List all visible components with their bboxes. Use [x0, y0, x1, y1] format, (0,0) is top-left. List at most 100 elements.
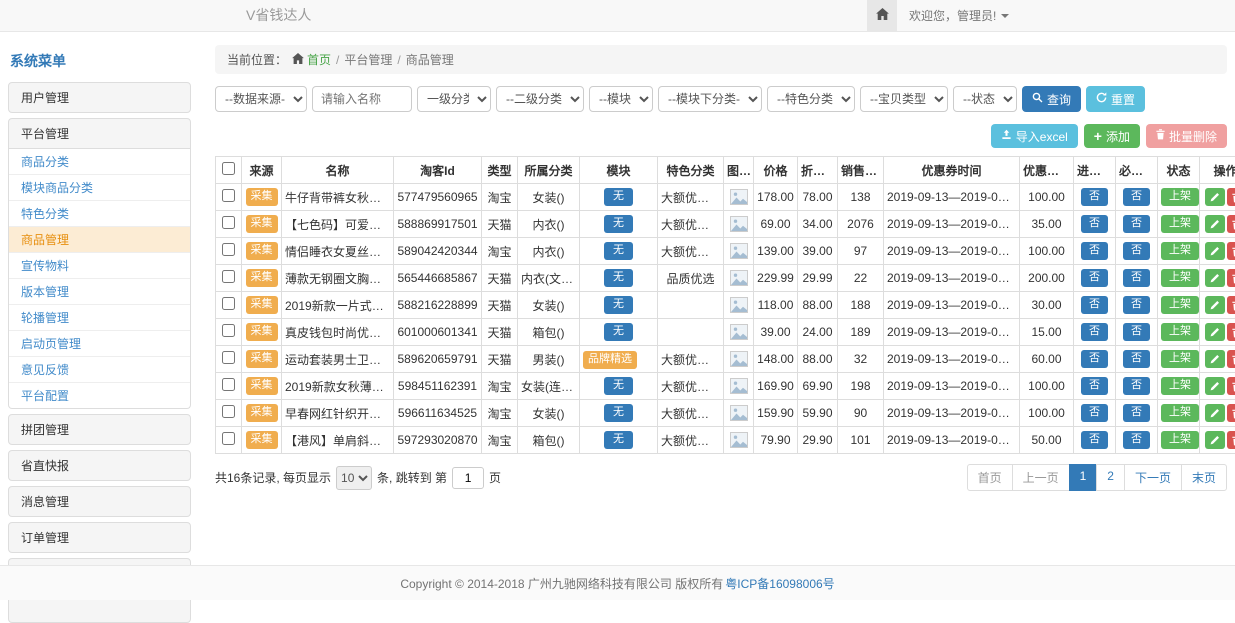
name-search-input[interactable]: [312, 86, 412, 112]
delete-button[interactable]: [1227, 269, 1235, 287]
status-toggle[interactable]: 上架: [1161, 431, 1199, 448]
sidebar-item[interactable]: 商品分类: [9, 149, 190, 175]
import-select-toggle[interactable]: 否: [1081, 404, 1108, 421]
delete-button[interactable]: [1227, 215, 1235, 233]
must-buy-toggle[interactable]: 否: [1123, 296, 1150, 313]
must-buy-toggle[interactable]: 否: [1123, 215, 1150, 232]
module-select[interactable]: --模块--: [589, 86, 653, 112]
delete-button[interactable]: [1227, 377, 1235, 395]
row-checkbox[interactable]: [222, 432, 235, 445]
status-toggle[interactable]: 上架: [1161, 188, 1199, 205]
must-buy-toggle[interactable]: 否: [1123, 404, 1150, 421]
sidebar-item[interactable]: 轮播管理: [9, 305, 190, 331]
row-checkbox[interactable]: [222, 189, 235, 202]
feature-category-select[interactable]: --特色分类--: [767, 86, 855, 112]
row-checkbox[interactable]: [222, 405, 235, 418]
sidebar-section-2[interactable]: 平台管理: [8, 118, 191, 149]
batch-delete-button[interactable]: 批量删除: [1146, 124, 1227, 148]
sidebar-item[interactable]: 模块商品分类: [9, 175, 190, 201]
import-select-toggle[interactable]: 否: [1081, 188, 1108, 205]
search-button[interactable]: 查询: [1022, 86, 1081, 112]
edit-button[interactable]: [1205, 269, 1225, 287]
module-sub-category-select[interactable]: --模块下分类--: [658, 86, 762, 112]
delete-button[interactable]: [1227, 323, 1235, 341]
row-checkbox[interactable]: [222, 297, 235, 310]
status-select[interactable]: --状态--: [953, 86, 1017, 112]
edit-button[interactable]: [1205, 404, 1225, 422]
data-source-select[interactable]: --数据来源--: [215, 86, 307, 112]
edit-button[interactable]: [1205, 377, 1225, 395]
sidebar-section-1[interactable]: 用户管理: [8, 82, 191, 113]
sidebar-section-4[interactable]: 省直快报: [8, 450, 191, 481]
import-select-toggle[interactable]: 否: [1081, 269, 1108, 286]
must-buy-toggle[interactable]: 否: [1123, 377, 1150, 394]
page-button[interactable]: 末页: [1181, 464, 1227, 491]
page-button[interactable]: 1: [1069, 464, 1098, 491]
edit-button[interactable]: [1205, 215, 1225, 233]
import-select-toggle[interactable]: 否: [1081, 215, 1108, 232]
sidebar-section-3[interactable]: 拼团管理: [8, 414, 191, 445]
edit-button[interactable]: [1205, 431, 1225, 449]
sidebar-item[interactable]: 意见反馈: [9, 357, 190, 383]
select-all-checkbox[interactable]: [222, 162, 235, 175]
status-toggle[interactable]: 上架: [1161, 404, 1199, 421]
must-buy-toggle[interactable]: 否: [1123, 350, 1150, 367]
sidebar-section-6[interactable]: 订单管理: [8, 522, 191, 553]
delete-button[interactable]: [1227, 431, 1235, 449]
edit-button[interactable]: [1205, 350, 1225, 368]
row-checkbox[interactable]: [222, 270, 235, 283]
sidebar-item[interactable]: 特色分类: [9, 201, 190, 227]
page-size-select[interactable]: 10: [336, 466, 372, 490]
delete-button[interactable]: [1227, 242, 1235, 260]
level1-category-select[interactable]: 一级分类: [417, 86, 491, 112]
row-checkbox[interactable]: [222, 378, 235, 391]
sidebar-section-5[interactable]: 消息管理: [8, 486, 191, 517]
must-buy-toggle[interactable]: 否: [1123, 242, 1150, 259]
must-buy-toggle[interactable]: 否: [1123, 188, 1150, 205]
row-checkbox[interactable]: [222, 243, 235, 256]
row-checkbox[interactable]: [222, 351, 235, 364]
sidebar-item[interactable]: 平台配置: [9, 383, 190, 408]
page-button[interactable]: 2: [1096, 464, 1125, 491]
jump-page-input[interactable]: [452, 467, 484, 489]
status-toggle[interactable]: 上架: [1161, 350, 1199, 367]
import-excel-button[interactable]: 导入excel: [991, 124, 1078, 148]
import-select-toggle[interactable]: 否: [1081, 377, 1108, 394]
import-select-toggle[interactable]: 否: [1081, 350, 1108, 367]
home-button[interactable]: [867, 0, 897, 31]
page-button[interactable]: 上一页: [1012, 464, 1070, 491]
icp-link[interactable]: 粤ICP备16098006号: [725, 575, 834, 592]
user-menu[interactable]: 欢迎您，管理员!: [897, 0, 1021, 31]
sidebar-item[interactable]: 版本管理: [9, 279, 190, 305]
import-select-toggle[interactable]: 否: [1081, 323, 1108, 340]
import-select-toggle[interactable]: 否: [1081, 296, 1108, 313]
page-button[interactable]: 首页: [967, 464, 1013, 491]
must-buy-toggle[interactable]: 否: [1123, 269, 1150, 286]
level2-category-select[interactable]: --二级分类--: [496, 86, 584, 112]
import-select-toggle[interactable]: 否: [1081, 431, 1108, 448]
sidebar-item[interactable]: 商品管理: [9, 227, 190, 253]
breadcrumb-home-link[interactable]: 首页: [292, 51, 331, 68]
row-checkbox[interactable]: [222, 216, 235, 229]
goods-type-select[interactable]: --宝贝类型--: [860, 86, 948, 112]
status-toggle[interactable]: 上架: [1161, 215, 1199, 232]
status-toggle[interactable]: 上架: [1161, 323, 1199, 340]
delete-button[interactable]: [1227, 296, 1235, 314]
edit-button[interactable]: [1205, 242, 1225, 260]
row-checkbox[interactable]: [222, 324, 235, 337]
edit-button[interactable]: [1205, 188, 1225, 206]
sidebar-item[interactable]: 启动页管理: [9, 331, 190, 357]
add-button[interactable]: + 添加: [1084, 124, 1140, 148]
page-button[interactable]: 下一页: [1124, 464, 1182, 491]
status-toggle[interactable]: 上架: [1161, 296, 1199, 313]
status-toggle[interactable]: 上架: [1161, 242, 1199, 259]
delete-button[interactable]: [1227, 350, 1235, 368]
delete-button[interactable]: [1227, 404, 1235, 422]
status-toggle[interactable]: 上架: [1161, 377, 1199, 394]
delete-button[interactable]: [1227, 188, 1235, 206]
must-buy-toggle[interactable]: 否: [1123, 323, 1150, 340]
status-toggle[interactable]: 上架: [1161, 269, 1199, 286]
reset-button[interactable]: 重置: [1086, 86, 1145, 112]
edit-button[interactable]: [1205, 296, 1225, 314]
must-buy-toggle[interactable]: 否: [1123, 431, 1150, 448]
